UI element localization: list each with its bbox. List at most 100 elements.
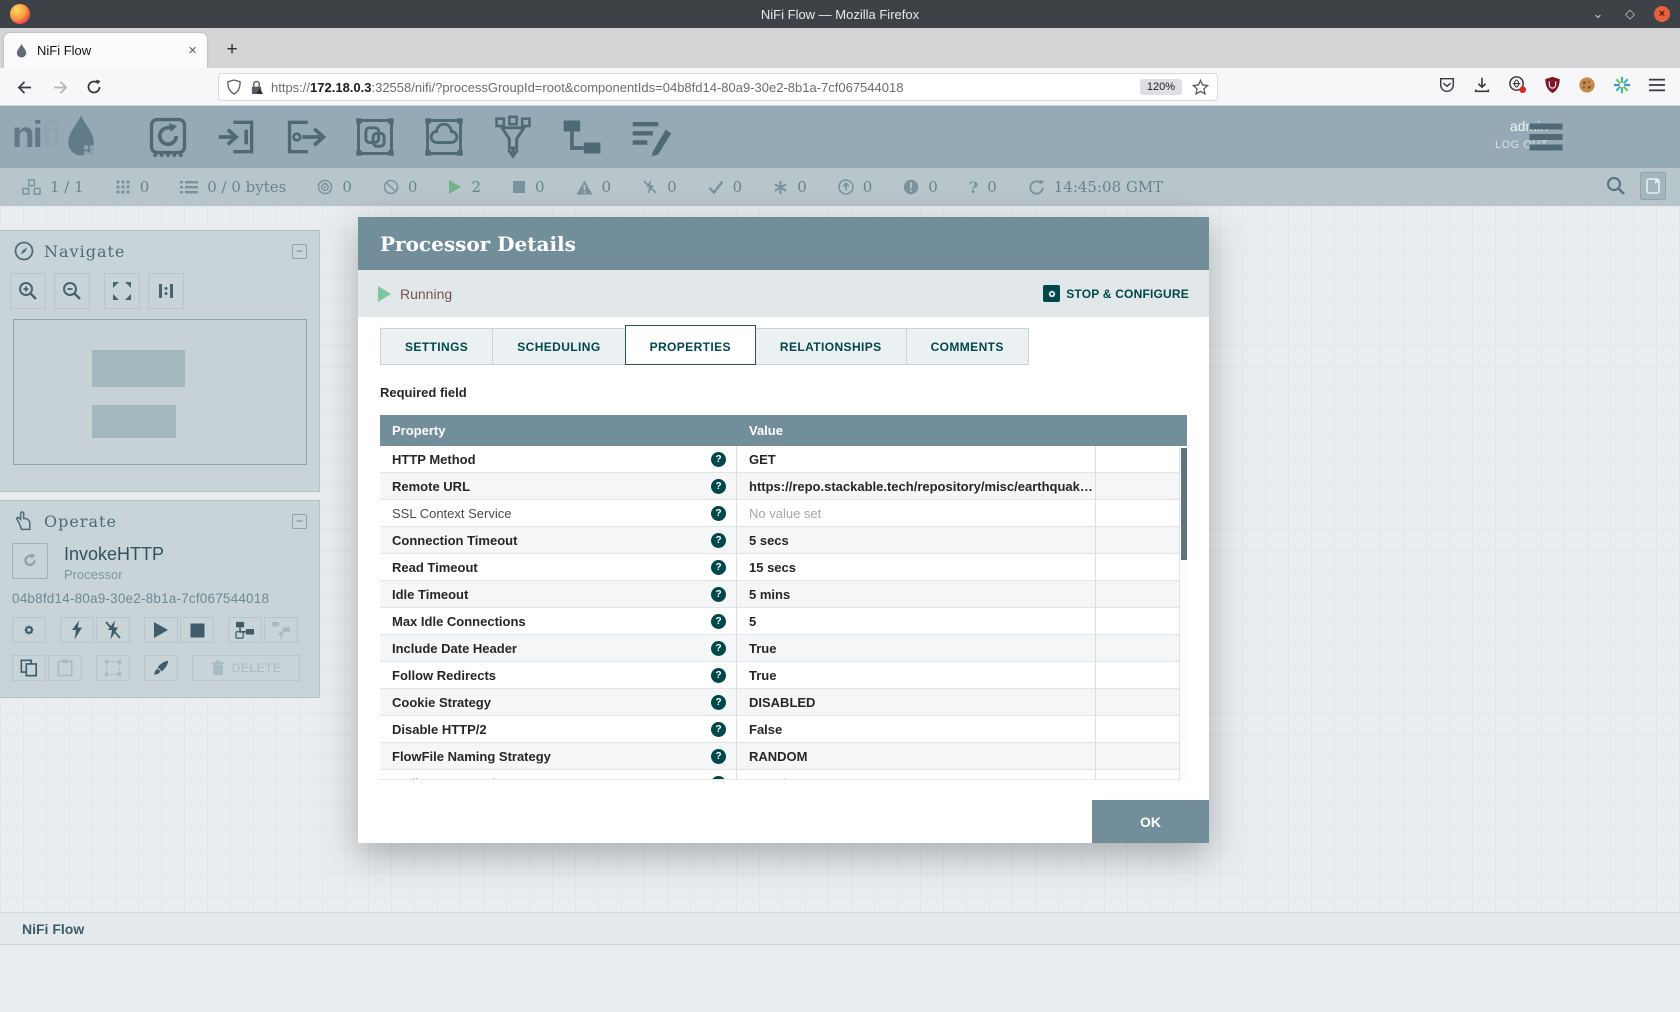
maximize-icon[interactable]: ◇ <box>1622 6 1638 22</box>
collapse-navigate-button[interactable]: − <box>292 244 307 259</box>
create-template-button[interactable] <box>228 617 262 643</box>
stop-button[interactable] <box>180 617 214 643</box>
copy-button[interactable] <box>12 655 46 681</box>
fill-color-button[interactable] <box>144 655 178 681</box>
reload-button[interactable] <box>82 75 106 99</box>
help-icon[interactable]: ? <box>711 641 726 656</box>
table-scrollbar[interactable] <box>1179 446 1187 780</box>
property-row-read-timeout[interactable]: Read Timeout? 15 secs <box>380 554 1187 581</box>
status-up-to-date: 0 <box>708 178 743 196</box>
back-button[interactable] <box>12 75 36 99</box>
refresh-icon[interactable] <box>1028 179 1045 196</box>
pocket-icon[interactable] <box>1438 76 1456 94</box>
help-icon[interactable]: ? <box>711 533 726 548</box>
new-tab-button[interactable]: + <box>218 36 246 64</box>
label-component-icon[interactable] <box>629 115 673 159</box>
close-window-icon[interactable]: × <box>1654 6 1670 22</box>
help-icon[interactable]: ? <box>711 776 726 781</box>
downloads-icon[interactable] <box>1473 76 1491 94</box>
help-icon[interactable]: ? <box>711 587 726 602</box>
tab-relationships[interactable]: RELATIONSHIPS <box>755 328 907 365</box>
processor-component-icon[interactable] <box>146 115 190 159</box>
status-queued: 0 / 0 bytes <box>180 178 286 196</box>
help-icon[interactable]: ? <box>711 668 726 683</box>
remote-process-group-component-icon[interactable] <box>422 115 466 159</box>
ok-button[interactable]: OK <box>1092 800 1209 843</box>
stop-and-configure-button[interactable]: STOP & CONFIGURE <box>1043 285 1189 302</box>
paste-button[interactable] <box>48 655 82 681</box>
shield-permissions-icon[interactable] <box>227 79 241 95</box>
property-row-attributes-to-send[interactable]: Attributes to Send? No value set <box>380 770 1187 780</box>
birdseye-minimap[interactable] <box>13 319 307 465</box>
help-icon[interactable]: ? <box>711 695 726 710</box>
ublock-origin-icon[interactable] <box>1544 76 1561 94</box>
url-bar[interactable]: https://172.18.0.3:32558/nifi/?processGr… <box>218 73 1218 101</box>
status-not-transmitting: 0 <box>383 178 418 196</box>
delete-button[interactable]: DELETE <box>192 655 300 681</box>
minimize-icon[interactable]: ⌄ <box>1590 6 1606 22</box>
help-icon[interactable]: ? <box>711 560 726 575</box>
close-tab-icon[interactable]: × <box>188 42 197 59</box>
status-stopped: 0 <box>512 178 545 196</box>
zoom-level-badge[interactable]: 120% <box>1140 79 1182 95</box>
property-row-disable-http2[interactable]: Disable HTTP/2? False <box>380 716 1187 743</box>
property-row-remote-url[interactable]: Remote URL? https://repo.stackable.tech/… <box>380 473 1187 500</box>
browser-tab-nifi-flow[interactable]: NiFi Flow × <box>4 33 207 68</box>
start-button[interactable] <box>144 617 178 643</box>
property-row-idle-timeout[interactable]: Idle Timeout? 5 mins <box>380 581 1187 608</box>
cookie-icon[interactable] <box>1578 76 1596 94</box>
status-invalid: 0 <box>576 178 612 196</box>
hand-pointer-icon <box>14 511 34 531</box>
property-row-max-idle-connections[interactable]: Max Idle Connections? 5 <box>380 608 1187 635</box>
scrollbar-thumb[interactable] <box>1181 448 1187 560</box>
tab-scheduling[interactable]: SCHEDULING <box>492 328 625 365</box>
property-value: 5 secs <box>749 533 789 548</box>
menu-hamburger-icon[interactable] <box>1648 77 1666 93</box>
bookmark-star-icon[interactable] <box>1192 79 1209 96</box>
input-port-component-icon[interactable] <box>215 115 259 159</box>
tab-properties[interactable]: PROPERTIES <box>625 325 756 365</box>
tab-settings[interactable]: SETTINGS <box>380 328 493 365</box>
enable-button[interactable] <box>60 617 94 643</box>
help-icon[interactable]: ? <box>711 722 726 737</box>
extension-starburst-icon[interactable] <box>1613 76 1631 94</box>
global-menu-icon[interactable] <box>1528 122 1564 152</box>
configure-button[interactable] <box>12 617 46 643</box>
property-row-include-date-header[interactable]: Include Date Header? True <box>380 635 1187 662</box>
search-icon[interactable] <box>1606 176 1626 196</box>
group-button[interactable] <box>96 655 130 681</box>
funnel-component-icon[interactable] <box>491 115 535 159</box>
extension-permission-icon[interactable] <box>1508 75 1527 94</box>
property-row-ssl-context-service[interactable]: SSL Context Service? No value set <box>380 500 1187 527</box>
collapse-operate-button[interactable]: − <box>292 514 307 529</box>
zoom-fit-button[interactable] <box>104 273 140 309</box>
property-row-follow-redirects[interactable]: Follow Redirects? True <box>380 662 1187 689</box>
help-icon[interactable]: ? <box>711 749 726 764</box>
help-icon[interactable]: ? <box>711 506 726 521</box>
zoom-actual-size-button[interactable] <box>148 273 184 309</box>
stopped-count: 0 <box>535 178 545 196</box>
property-row-flowfile-naming-strategy[interactable]: FlowFile Naming Strategy? RANDOM <box>380 743 1187 770</box>
forward-button[interactable] <box>48 75 72 99</box>
help-icon[interactable]: ? <box>711 479 726 494</box>
help-icon[interactable]: ? <box>711 614 726 629</box>
breadcrumb[interactable]: NiFi Flow <box>22 921 84 937</box>
zoom-in-button[interactable] <box>10 273 46 309</box>
status-running: 2 <box>448 178 481 196</box>
disable-button[interactable] <box>96 617 130 643</box>
property-row-http-method[interactable]: HTTP Method? GET <box>380 446 1187 473</box>
invalid-warning-icon <box>576 180 593 195</box>
lock-insecure-icon[interactable] <box>250 80 263 95</box>
property-row-cookie-strategy[interactable]: Cookie Strategy? DISABLED <box>380 689 1187 716</box>
tab-comments[interactable]: COMMENTS <box>906 328 1029 365</box>
template-component-icon[interactable] <box>560 115 604 159</box>
output-port-component-icon[interactable] <box>284 115 328 159</box>
zoom-out-button[interactable] <box>54 273 90 309</box>
help-icon[interactable]: ? <box>711 452 726 467</box>
url-text[interactable]: https://172.18.0.3:32558/nifi/?processGr… <box>271 80 1140 95</box>
bulletin-panel-icon[interactable] <box>1640 172 1666 200</box>
canvas-bottom-strip <box>0 946 1680 1012</box>
property-row-connection-timeout[interactable]: Connection Timeout? 5 secs <box>380 527 1187 554</box>
process-group-component-icon[interactable] <box>353 115 397 159</box>
upload-template-button[interactable] <box>264 617 298 643</box>
